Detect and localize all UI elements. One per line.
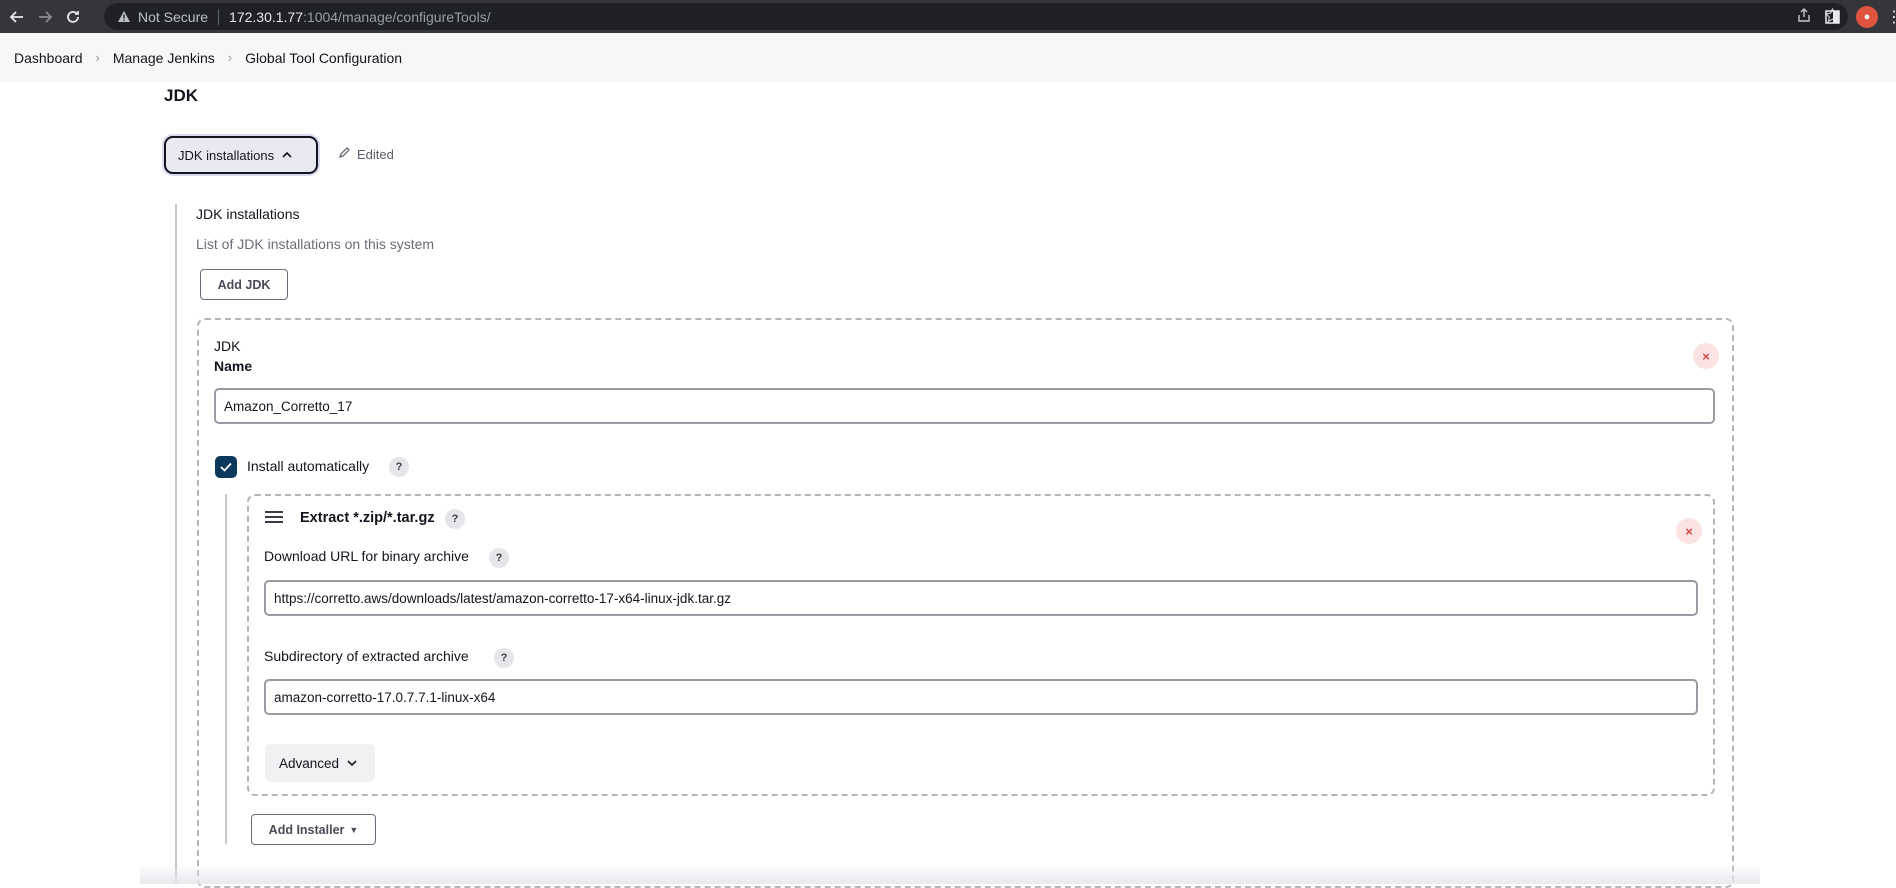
bottom-shadow: [140, 864, 1760, 884]
installer-indent-line: [225, 494, 227, 844]
edited-label: Edited: [357, 146, 394, 162]
kebab-menu-icon[interactable]: ⋮: [1886, 7, 1896, 27]
chevron-up-icon: [282, 149, 292, 161]
help-question-icon[interactable]: ?: [494, 648, 514, 668]
help-question-icon[interactable]: ?: [389, 457, 409, 477]
share-icon[interactable]: [1797, 8, 1811, 25]
section-indent-line: [175, 204, 177, 884]
jdk-name-input[interactable]: [214, 388, 1715, 424]
installer-title: Extract *.zip/*.tar.gz: [300, 510, 435, 526]
main-content: JDK JDK installations Edited JDK install…: [0, 82, 1896, 888]
profile-avatar-icon[interactable]: ●: [1856, 5, 1878, 28]
chevron-right-icon: ›: [95, 50, 100, 65]
drag-handle-icon[interactable]: [265, 511, 283, 525]
collapse-button-label: JDK installations: [178, 147, 275, 163]
advanced-button[interactable]: Advanced: [265, 744, 375, 782]
pencil-icon: [338, 146, 351, 162]
browser-toolbar: Not Secure 172.30.1.77:1004/manage/confi…: [0, 0, 1896, 33]
reload-icon[interactable]: [62, 6, 84, 28]
omnibox-divider: [218, 8, 220, 25]
chevron-down-icon: [347, 757, 357, 769]
breadcrumb-global-tool-configuration[interactable]: Global Tool Configuration: [245, 50, 402, 66]
breadcrumb: Dashboard › Manage Jenkins › Global Tool…: [0, 33, 1896, 82]
subdirectory-label: Subdirectory of extracted archive: [264, 648, 469, 664]
subdirectory-input[interactable]: [264, 679, 1698, 715]
jdk-entry-title: JDK: [214, 338, 241, 354]
caret-down-icon: ▼: [349, 824, 359, 835]
help-question-icon[interactable]: ?: [489, 548, 509, 568]
download-url-input[interactable]: [264, 580, 1698, 616]
download-url-label: Download URL for binary archive: [264, 548, 469, 564]
section-title: JDK: [164, 86, 199, 105]
name-label: Name: [214, 358, 253, 374]
not-secure-label: Not Secure: [138, 8, 209, 25]
install-automatically-checkbox[interactable]: [215, 456, 237, 478]
checkmark-icon: [220, 462, 232, 472]
edited-indicator: Edited: [338, 146, 394, 162]
url-text: 172.30.1.77:1004/manage/configureTools/: [229, 9, 491, 25]
warning-triangle-icon: [116, 9, 132, 25]
address-bar[interactable]: Not Secure 172.30.1.77:1004/manage/confi…: [104, 3, 1848, 30]
jdk-installations-collapse-button[interactable]: JDK installations: [164, 136, 318, 174]
jdk-installations-label: JDK installations: [196, 206, 300, 222]
breadcrumb-manage-jenkins[interactable]: Manage Jenkins: [113, 50, 215, 66]
jdk-installations-description: List of JDK installations on this system: [196, 236, 435, 252]
back-arrow-icon[interactable]: [6, 6, 28, 28]
url-path: :1004/manage/configureTools/: [303, 8, 491, 25]
add-jdk-button[interactable]: Add JDK: [200, 269, 288, 300]
installer-container: [247, 494, 1715, 796]
help-question-icon[interactable]: ?: [445, 509, 465, 529]
breadcrumb-dashboard[interactable]: Dashboard: [14, 50, 83, 66]
add-installer-label: Add Installer: [268, 822, 345, 837]
jdk-remove-close-icon[interactable]: ×: [1693, 343, 1719, 369]
add-installer-button[interactable]: Add Installer ▼: [251, 814, 376, 845]
url-host: 172.30.1.77: [229, 8, 304, 25]
chevron-right-icon: ›: [227, 50, 233, 65]
forward-arrow-icon[interactable]: [34, 6, 56, 28]
installer-remove-close-icon[interactable]: ×: [1676, 518, 1702, 544]
install-automatically-label: Install automatically: [247, 458, 370, 474]
side-panel-icon[interactable]: [1825, 9, 1840, 24]
advanced-label: Advanced: [279, 755, 340, 771]
